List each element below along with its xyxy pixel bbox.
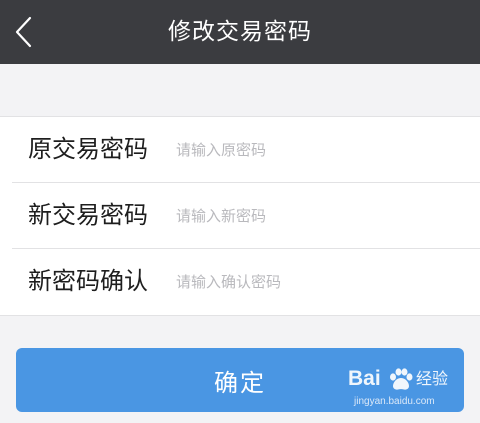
- baidu-jingyan-watermark: Bai 经验 jingyan.baidu.com: [348, 364, 466, 416]
- new-password-label: 新交易密码: [28, 201, 148, 229]
- password-form: 原交易密码 新交易密码 新密码确认: [0, 116, 480, 316]
- form-row-old-password: 原交易密码: [0, 117, 480, 182]
- page-title: 修改交易密码: [168, 19, 312, 45]
- confirm-password-input[interactable]: [176, 265, 456, 299]
- old-password-label: 原交易密码: [28, 135, 148, 163]
- form-row-confirm-password: 新密码确认: [0, 248, 480, 314]
- old-password-input[interactable]: [176, 133, 456, 167]
- watermark-logo-text: Bai: [348, 367, 381, 390]
- new-password-input[interactable]: [176, 199, 456, 233]
- change-trade-password-screen: 修改交易密码 原交易密码 新交易密码 新密码确认 确定 Bai 经验 jingy…: [0, 0, 480, 423]
- watermark-suffix-text: 经验: [416, 369, 449, 388]
- navigation-bar: 修改交易密码: [0, 0, 480, 64]
- confirm-password-label: 新密码确认: [28, 267, 148, 295]
- form-row-new-password: 新交易密码: [0, 182, 480, 248]
- watermark-url: jingyan.baidu.com: [354, 396, 435, 407]
- paw-icon: [388, 368, 414, 396]
